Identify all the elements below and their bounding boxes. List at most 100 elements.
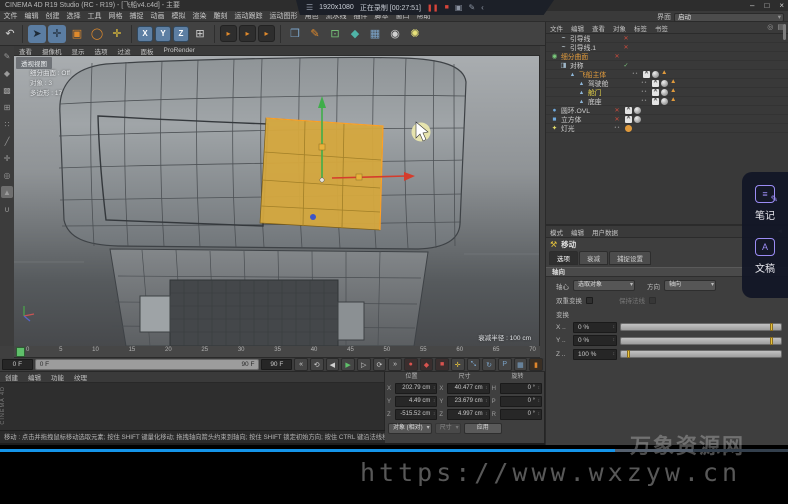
attribute-tab[interactable]: 捕捉设置 [609, 251, 651, 265]
material-menu-item[interactable]: 编辑 [23, 372, 46, 382]
visibility-dots[interactable] [629, 71, 641, 77]
apply-button[interactable]: 应用 [464, 423, 502, 434]
size-z-field[interactable]: 4.997 cm [447, 409, 489, 420]
close-button[interactable]: × [779, 0, 784, 11]
material-menu-item[interactable]: 创建 [0, 372, 23, 382]
current-frame-field[interactable]: 0 F [2, 359, 33, 370]
edge-mode-icon[interactable]: ╱ [1, 135, 13, 147]
lock-y-axis[interactable]: Y [155, 26, 171, 42]
position-x-field[interactable]: 202.79 cm [395, 383, 437, 394]
phong-tag-icon[interactable] [661, 80, 668, 87]
autokey-button[interactable]: ◆ [420, 358, 434, 371]
texture-tag-icon[interactable] [625, 116, 632, 123]
add-light-button[interactable]: ✺ [406, 25, 424, 43]
slider-value-field[interactable]: 0 % [573, 322, 617, 333]
viewport-menu-item[interactable]: 显示 [67, 46, 90, 56]
solo-mode-icon[interactable]: ◎ [1, 169, 13, 181]
visibility-dots[interactable] [638, 89, 650, 95]
lock-x-axis[interactable]: X [137, 26, 153, 42]
record-position-toggle[interactable]: ✛ [451, 358, 465, 371]
texture-tag-icon[interactable] [652, 80, 659, 87]
video-progress-bar[interactable] [0, 449, 788, 452]
coordinate-system-toggle[interactable]: ⊞ [191, 25, 209, 43]
record-pla-toggle[interactable]: ▦ [514, 358, 528, 371]
search-icon[interactable]: ◎ [767, 23, 773, 31]
menu-item[interactable]: 工具 [84, 11, 105, 21]
phong-tag-icon[interactable] [634, 116, 641, 123]
menu-item[interactable]: 编辑 [21, 11, 42, 21]
attribute-menu-item[interactable]: 用户数据 [588, 227, 622, 237]
coords-mode-dropdown[interactable]: 对象 (相对) [388, 423, 432, 434]
texture-mode-icon[interactable]: ▩ [1, 84, 13, 96]
record-scale-toggle[interactable]: ⤡ [467, 358, 481, 371]
attribute-tab[interactable]: 衰减 [579, 251, 608, 265]
position-y-field[interactable]: 4.49 cm [395, 396, 437, 407]
object-manager-menu-item[interactable]: 文件 [546, 23, 567, 33]
record-parameter-toggle[interactable]: P [498, 358, 512, 371]
uvw-tag-icon[interactable] [670, 98, 677, 105]
visibility-dots[interactable] [620, 62, 632, 69]
add-subdivision-button[interactable]: ⊡ [326, 25, 344, 43]
slider-track[interactable] [620, 350, 782, 358]
texture-tag-icon[interactable] [652, 98, 659, 105]
menu-item[interactable]: 渲染 [189, 11, 210, 21]
add-instance-button[interactable]: ◆ [346, 25, 364, 43]
snap-toggle-icon[interactable]: ∪ [1, 203, 13, 215]
object-row[interactable]: 舱门 [546, 88, 788, 97]
direction-dropdown[interactable]: 轴向 [664, 280, 716, 291]
size-x-field[interactable]: 40.477 cm [447, 383, 489, 394]
object-row[interactable]: 飞船主体 [546, 70, 788, 79]
undo-icon[interactable]: ↶ [3, 25, 17, 43]
attribute-tab[interactable]: 选项 [549, 251, 578, 265]
record-keyframe-button[interactable]: ● [404, 358, 418, 371]
phong-tag-icon[interactable] [661, 98, 668, 105]
attribute-menu-item[interactable]: 模式 [546, 227, 567, 237]
rotation-r-field[interactable]: 0 ° [500, 409, 542, 420]
menu-item[interactable]: 运动图形 [266, 11, 301, 21]
object-row[interactable]: 灯光 [546, 124, 788, 133]
phong-tag-icon[interactable] [634, 107, 641, 114]
scrollbar[interactable] [783, 24, 786, 40]
position-z-field[interactable]: -515.52 cm [395, 409, 437, 420]
notes-button[interactable]: ≡ 笔记 [755, 185, 775, 222]
menu-item[interactable]: 选择 [63, 11, 84, 21]
goto-end-button[interactable]: » [388, 358, 402, 371]
next-frame-button[interactable]: ▷ [357, 358, 371, 371]
collapse-icon[interactable]: ‹ [481, 3, 484, 12]
viewport-menu-item[interactable]: 过滤 [113, 46, 136, 56]
end-frame-field[interactable]: 90 F [261, 359, 292, 370]
object-manager-menu-item[interactable]: 查看 [588, 23, 609, 33]
visibility-dots[interactable] [620, 44, 632, 51]
menu-item[interactable]: 运动跟踪 [231, 11, 266, 21]
coords-size-dropdown[interactable]: 尺寸 [435, 423, 461, 434]
render-view-button[interactable]: ▸ [220, 25, 237, 42]
maximize-button[interactable]: □ [764, 0, 769, 11]
object-manager-menu-item[interactable]: 编辑 [567, 23, 588, 33]
texture-tag-icon[interactable] [625, 125, 632, 132]
menu-item[interactable]: 创建 [42, 11, 63, 21]
visibility-dots[interactable] [611, 53, 623, 60]
timeline-mode-toggle[interactable]: ▮ [529, 358, 543, 371]
perspective-viewport[interactable]: 透视视图 细分曲面 : Off对象 : 3多边形 : 17 衰减半径 : 100… [14, 56, 540, 346]
uvw-tag-icon[interactable] [670, 80, 677, 87]
interface-dropdown[interactable]: 启动 [674, 13, 784, 22]
menu-item[interactable]: 模拟 [168, 11, 189, 21]
size-y-field[interactable]: 23.679 cm [447, 396, 489, 407]
menu-item[interactable]: 网格 [105, 11, 126, 21]
model-mode-icon[interactable]: ◆ [1, 67, 13, 79]
add-cube-button[interactable]: ❒ [286, 25, 304, 43]
visibility-dots[interactable] [620, 35, 632, 42]
keep-normal-checkbox[interactable] [649, 297, 656, 304]
phong-tag-icon[interactable] [652, 71, 659, 78]
frame-range-slider[interactable]: 0 F 90 F [35, 359, 260, 370]
play-forward-button[interactable]: ▶ [341, 358, 355, 371]
pause-icon[interactable]: ❚❚ [427, 4, 439, 12]
uvw-tag-icon[interactable] [670, 89, 677, 96]
object-manager-menu-item[interactable]: 标签 [630, 23, 651, 33]
workplane-mode-icon[interactable]: ⊞ [1, 101, 13, 113]
minimize-button[interactable]: – [750, 0, 754, 11]
menu-item[interactable]: 动画 [147, 11, 168, 21]
make-editable-icon[interactable]: ✎ [1, 50, 13, 62]
slider-track[interactable] [620, 337, 782, 345]
record-rotation-toggle[interactable]: ↻ [482, 358, 496, 371]
